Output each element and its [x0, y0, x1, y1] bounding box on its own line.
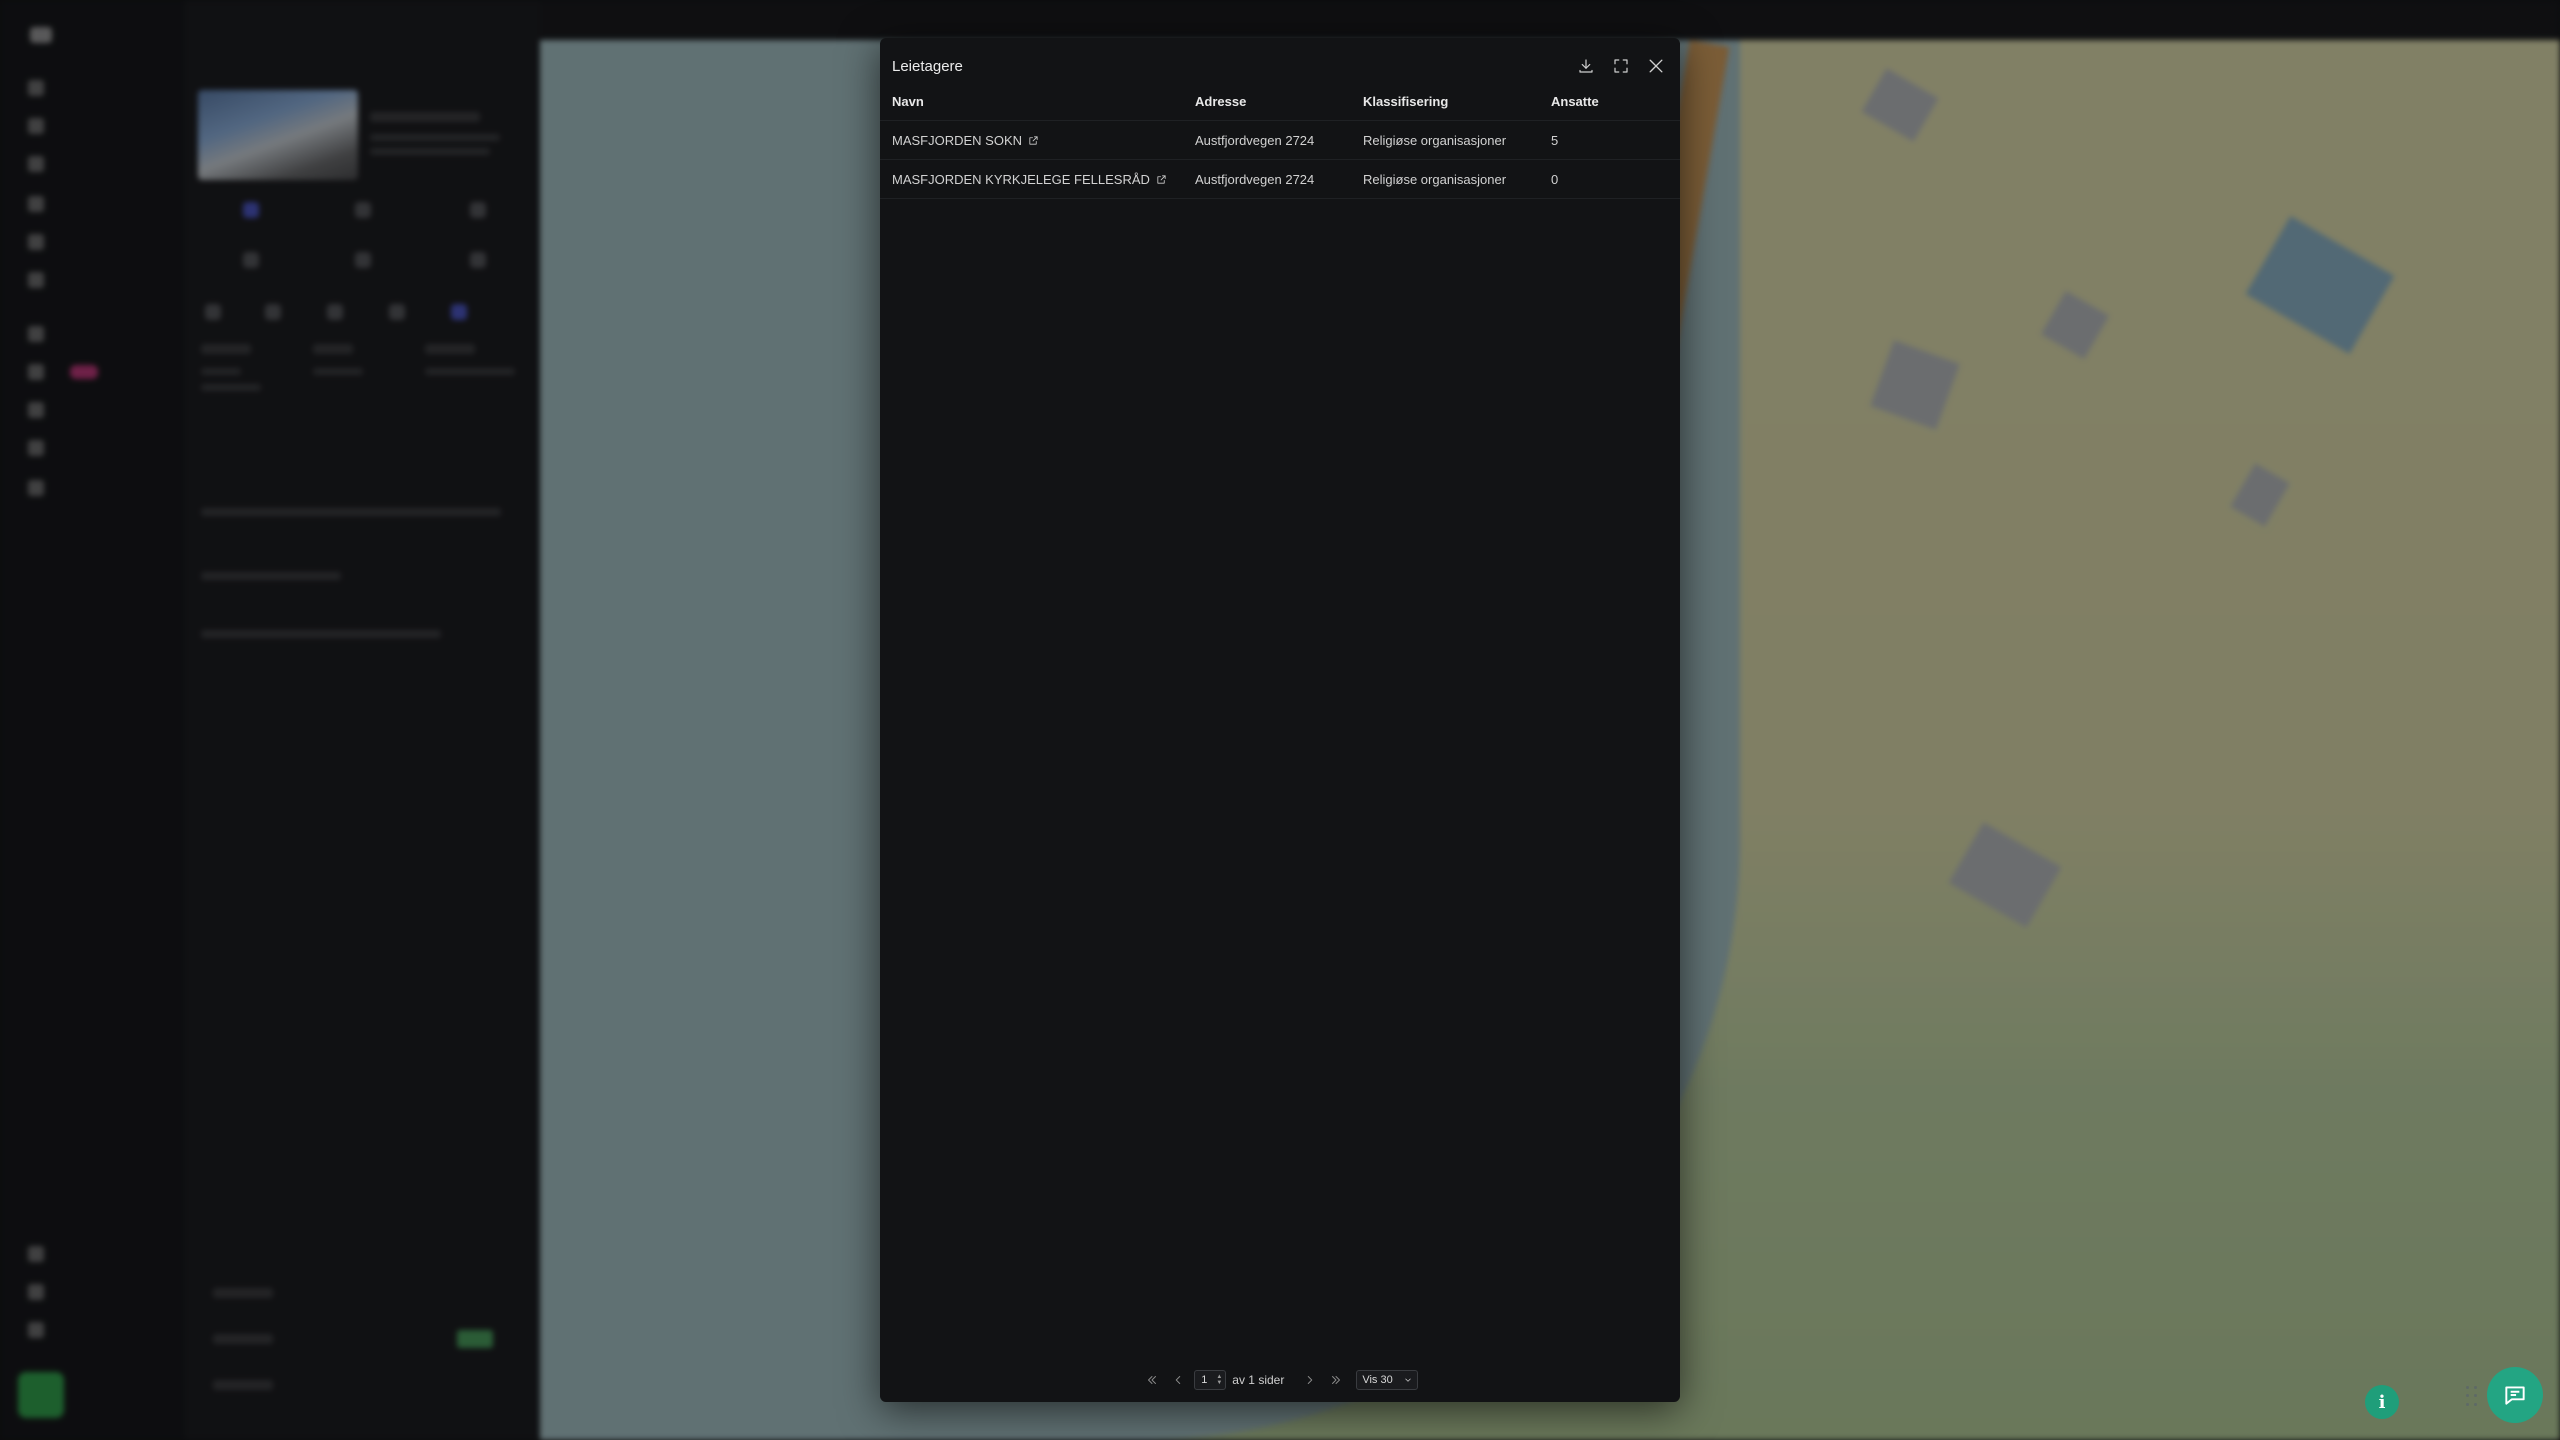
- page-size-label: Vis 30: [1362, 1374, 1393, 1386]
- column-header-adresse[interactable]: Adresse: [1195, 82, 1246, 121]
- page-stepper-icon[interactable]: ▲ ▼: [1216, 1374, 1225, 1386]
- download-icon: [1579, 59, 1593, 73]
- column-header-navn[interactable]: Navn: [892, 82, 924, 121]
- tenant-classification: Religiøse organisasjoner: [1363, 172, 1507, 187]
- tenant-address: Austfjordvegen 2724: [1195, 172, 1315, 187]
- tenant-classification: Religiøse organisasjoner: [1363, 133, 1507, 148]
- chevron-left-icon: [1176, 1376, 1181, 1384]
- chat-icon: [2505, 1386, 2525, 1405]
- tenant-address: Austfjordvegen 2724: [1195, 133, 1315, 148]
- chevrons-right-icon: [1332, 1376, 1341, 1384]
- close-icon: [1649, 59, 1663, 73]
- pagination: 1 ▲ ▼ av 1 sider Vis 30: [880, 1368, 1680, 1392]
- external-link-icon[interactable]: [1156, 174, 1167, 185]
- table-row[interactable]: MASFJORDEN SOKN Austfjordvegen 2724 Reli…: [880, 121, 1680, 160]
- tenants-modal: Leietagere Navn Adresse Klassifisering A…: [880, 38, 1680, 1402]
- modal-title: Leietagere: [892, 58, 963, 75]
- page-count-text: av 1 sider: [1232, 1373, 1285, 1387]
- tenants-table: Navn Adresse Klassifisering Ansatte MASF…: [880, 82, 1680, 199]
- column-header-ansatte[interactable]: Ansatte: [1551, 82, 1599, 121]
- external-link-icon[interactable]: [1028, 135, 1039, 146]
- tenant-name[interactable]: MASFJORDEN KYRKJELEGE FELLESRÅD: [892, 172, 1150, 187]
- column-header-klassifisering[interactable]: Klassifisering: [1363, 82, 1448, 121]
- table-header-row: Navn Adresse Klassifisering Ansatte: [880, 82, 1680, 121]
- last-page-button[interactable]: [1326, 1370, 1346, 1390]
- info-button[interactable]: i: [2365, 1385, 2399, 1419]
- next-page-button[interactable]: [1300, 1370, 1320, 1390]
- expand-icon: [1614, 59, 1628, 73]
- page-size-select[interactable]: Vis 30: [1356, 1370, 1418, 1390]
- info-icon: i: [2378, 1391, 2386, 1413]
- tenant-name-cell[interactable]: MASFJORDEN KYRKJELEGE FELLESRÅD: [892, 160, 1167, 199]
- tenant-name-cell[interactable]: MASFJORDEN SOKN: [892, 121, 1039, 160]
- table-row[interactable]: MASFJORDEN KYRKJELEGE FELLESRÅD Austfjor…: [880, 160, 1680, 199]
- chevrons-left-icon: [1148, 1376, 1157, 1384]
- tenant-name[interactable]: MASFJORDEN SOKN: [892, 133, 1022, 148]
- previous-page-button[interactable]: [1168, 1370, 1188, 1390]
- drag-handle-icon[interactable]: [2466, 1386, 2480, 1408]
- chat-button[interactable]: [2487, 1367, 2543, 1423]
- expand-button[interactable]: [1605, 50, 1637, 82]
- page-number-input[interactable]: 1 ▲ ▼: [1194, 1370, 1227, 1390]
- close-button[interactable]: [1640, 50, 1672, 82]
- tenant-employees: 5: [1551, 133, 1559, 148]
- current-page: 1: [1201, 1374, 1208, 1386]
- first-page-button[interactable]: [1142, 1370, 1162, 1390]
- chevron-right-icon: [1308, 1376, 1313, 1384]
- download-button[interactable]: [1570, 50, 1602, 82]
- chevron-down-icon: [1404, 1378, 1411, 1382]
- tenant-employees: 0: [1551, 172, 1559, 187]
